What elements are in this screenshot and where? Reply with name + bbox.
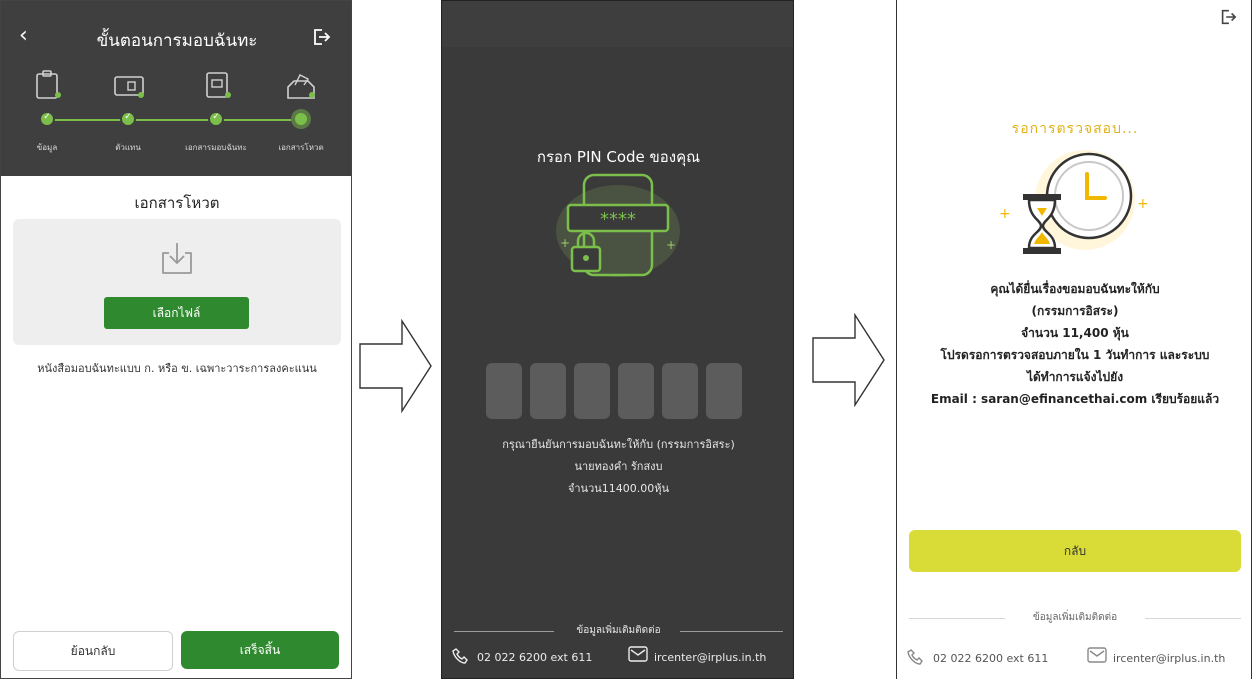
submission-message: คุณได้ยื่นเรื่องขอมอบฉันทะให้กับ (กรรมกา… (897, 278, 1251, 410)
svg-text:+: + (560, 236, 570, 250)
header: ‹ ขั้นตอนการมอบฉันทะ ✓ ✓ ✓ ข้อมูล ตัวแทน… (1, 1, 351, 176)
phone-number[interactable]: 02 022 6200 ext 611 (933, 652, 1048, 665)
pin-entry-screen: กรอก PIN Code ของคุณ **** + + กรุณายืนยั… (441, 0, 794, 679)
section-title: เอกสารโหวต (134, 194, 220, 212)
svg-text:+: + (999, 206, 1011, 222)
top-bar (442, 1, 793, 47)
email-address[interactable]: ircenter@irplus.in.th (1113, 652, 1225, 665)
step-dot-current (295, 113, 307, 125)
check-icon: ✓ (124, 112, 132, 122)
email-address[interactable]: ircenter@irplus.in.th (654, 651, 766, 664)
pin-stars-text: **** (600, 209, 636, 230)
msg-line-6: Email : saran@efinancethai.com เรียบร้อย… (930, 392, 1220, 406)
hourglass-clock-icon: + + (989, 148, 1159, 264)
msg-line-5: ได้ทำการแจ้งไปยัง (1026, 370, 1124, 384)
check-icon: ✓ (212, 112, 220, 122)
pin-digit-box-4[interactable] (618, 363, 654, 419)
pin-digit-box-6[interactable] (706, 363, 742, 419)
upload-description: หนังสือมอบฉันทะแบบ ก. หรือ ข. เฉพาะวาระก… (37, 362, 317, 375)
step-label-vote-doc: เอกสารโหวต (278, 143, 324, 152)
step-progress-line (47, 119, 297, 121)
phone-icon (452, 647, 470, 668)
back-chevron-icon[interactable]: ‹ (19, 23, 28, 48)
select-file-button[interactable]: เลือกไฟล์ (104, 297, 249, 329)
right-arrow-icon (359, 318, 432, 414)
phone-number[interactable]: 02 022 6200 ext 611 (477, 651, 592, 664)
msg-line-3: จำนวน 11,400 หุ้น (1021, 326, 1129, 340)
logout-icon[interactable] (311, 27, 331, 51)
phone-icon (907, 648, 925, 669)
step-label-agent: ตัวแทน (115, 143, 141, 152)
confirm-text-line3: จำนวน11400.00หุ้น (567, 482, 670, 495)
id-card-icon (112, 69, 146, 103)
waiting-status: รอการตรวจสอบ... (1011, 121, 1139, 137)
ballot-box-icon (284, 69, 318, 103)
document-user-icon (201, 69, 235, 103)
check-icon: ✓ (43, 112, 51, 122)
logout-icon[interactable] (1219, 8, 1237, 30)
pending-review-screen: รอการตรวจสอบ... + + คุณได้ยื่นเรื่องขอมอ… (896, 0, 1252, 679)
clipboard-icon (31, 69, 65, 103)
proxy-steps-screen: ‹ ขั้นตอนการมอบฉันทะ ✓ ✓ ✓ ข้อมูล ตัวแทน… (0, 0, 352, 679)
confirm-text-line1: กรุณายืนยันการมอบฉันทะให้กับ (กรรมการอิส… (502, 438, 735, 451)
step-label-info: ข้อมูล (36, 143, 58, 152)
msg-line-1: คุณได้ยื่นเรื่องขอมอบฉันทะให้กับ (990, 282, 1160, 296)
right-arrow-icon (812, 312, 885, 408)
download-icon (157, 241, 197, 281)
mail-icon (1087, 647, 1107, 666)
svg-text:+: + (1137, 196, 1149, 212)
pin-digit-box-1[interactable] (486, 363, 522, 419)
pin-digit-box-5[interactable] (662, 363, 698, 419)
finish-button[interactable]: เสร็จสิ้น (181, 631, 339, 669)
pin-digit-box-3[interactable] (574, 363, 610, 419)
msg-line-2: (กรรมการอิสระ) (1031, 304, 1119, 318)
page-title: ขั้นตอนการมอบฉันทะ (96, 31, 258, 51)
phone-lock-icon: **** + + (538, 169, 698, 283)
svg-text:+: + (666, 238, 676, 252)
step-label-proxy-doc: เอกสารมอบฉันทะ (185, 143, 247, 152)
msg-line-4: โปรดรอการตรวจสอบภายใน 1 วันทำการ และระบบ (940, 348, 1210, 362)
return-button[interactable]: กลับ (909, 530, 1241, 572)
confirm-text-line2: นายทองคำ รักสงบ (574, 460, 663, 473)
pin-title: กรอก PIN Code ของคุณ (536, 148, 701, 166)
footer-contact-label: ข้อมูลเพิ่มเติมติดต่อ (1032, 612, 1118, 623)
pin-digit-box-2[interactable] (530, 363, 566, 419)
footer-contact-label: ข้อมูลเพิ่มเติมติดต่อ (576, 625, 661, 636)
mail-icon (628, 646, 648, 665)
back-button[interactable]: ย้อนกลับ (13, 631, 173, 671)
